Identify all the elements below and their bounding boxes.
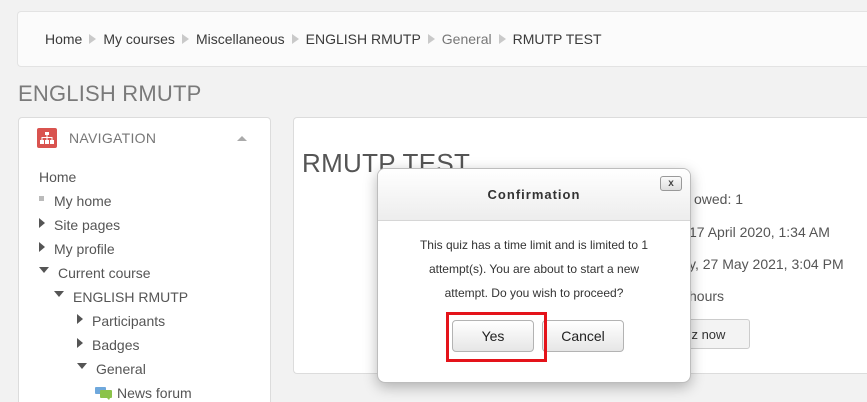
close-icon[interactable]: x <box>660 176 682 191</box>
expanded-down-icon <box>54 291 64 297</box>
attempts-allowed-text: owed: 1 <box>694 191 744 207</box>
nav-item-label: Home <box>39 169 77 185</box>
expand-right-icon <box>77 338 83 348</box>
expand-right-icon <box>77 314 83 324</box>
breadcrumb-course[interactable]: ENGLISH RMUTP <box>306 31 421 47</box>
square-bullet-icon <box>39 195 44 201</box>
navigation-block: NAVIGATION Home My home Site pages My pr… <box>18 117 271 402</box>
nav-item-label: Site pages <box>54 217 121 233</box>
expanded-down-icon <box>39 267 49 273</box>
nav-item-label: General <box>96 361 146 377</box>
dialog-title: Confirmation <box>487 187 581 202</box>
nav-item-current-course[interactable]: Current course <box>39 261 192 285</box>
nav-item-label: Badges <box>92 337 140 353</box>
sitemap-icon <box>37 128 57 148</box>
quiz-opened-text: 17 April 2020, 1:34 AM <box>689 224 830 240</box>
nav-item-my-home[interactable]: My home <box>39 189 192 213</box>
nav-item-my-profile[interactable]: My profile <box>39 237 192 261</box>
navigation-tree: Home My home Site pages My profile Curre… <box>39 165 192 402</box>
expand-right-icon <box>39 242 45 252</box>
navigation-header: NAVIGATION <box>37 128 156 148</box>
expand-right-icon <box>39 218 45 228</box>
nav-item-english-rmutp[interactable]: ENGLISH RMUTP <box>39 285 192 309</box>
nav-item-label: My home <box>54 193 112 209</box>
nav-item-general[interactable]: General <box>39 357 192 381</box>
time-limit-text: hours <box>689 288 725 304</box>
breadcrumb-separator-icon <box>89 34 97 44</box>
nav-item-label: My profile <box>54 241 115 257</box>
confirmation-dialog: Confirmation x This quiz has a time limi… <box>377 168 691 383</box>
cancel-button[interactable]: Cancel <box>542 320 624 352</box>
breadcrumb-separator-icon <box>498 34 506 44</box>
breadcrumb-miscellaneous[interactable]: Miscellaneous <box>196 31 285 47</box>
nav-item-participants[interactable]: Participants <box>39 309 192 333</box>
breadcrumb-separator-icon <box>291 34 299 44</box>
nav-item-label: ENGLISH RMUTP <box>73 289 189 305</box>
course-title: ENGLISH RMUTP <box>18 81 202 106</box>
yes-button[interactable]: Yes <box>452 320 534 352</box>
breadcrumb-quiz[interactable]: RMUTP TEST <box>513 31 602 47</box>
expanded-down-icon <box>77 363 87 369</box>
forum-icon <box>95 386 113 400</box>
breadcrumb-separator-icon <box>427 34 435 44</box>
dialog-message-line: This quiz has a time limit and is limite… <box>419 238 649 252</box>
dialog-message: This quiz has a time limit and is limite… <box>378 233 690 305</box>
nav-item-site-pages[interactable]: Site pages <box>39 213 192 237</box>
breadcrumb-home[interactable]: Home <box>45 31 82 47</box>
nav-item-news-forum[interactable]: News forum <box>39 381 192 402</box>
nav-item-label: Current course <box>58 265 151 281</box>
nav-item-badges[interactable]: Badges <box>39 333 192 357</box>
nav-item-home[interactable]: Home <box>39 165 192 189</box>
quiz-closes-text: y, 27 May 2021, 3:04 PM <box>689 256 844 272</box>
dialog-message-line: attempt(s). You are about to start a new <box>428 262 640 276</box>
dialog-header: Confirmation <box>378 169 690 221</box>
collapse-caret-icon[interactable] <box>237 136 247 141</box>
breadcrumb-my-courses[interactable]: My courses <box>103 31 175 47</box>
nav-item-label: News forum <box>117 385 192 401</box>
navigation-title: NAVIGATION <box>69 130 157 146</box>
dialog-message-line: attempt. Do you wish to proceed? <box>444 286 624 300</box>
breadcrumb-general: General <box>441 31 492 47</box>
nav-item-label: Participants <box>92 313 166 329</box>
breadcrumb: Home My courses Miscellaneous ENGLISH RM… <box>17 11 867 67</box>
breadcrumb-separator-icon <box>181 34 189 44</box>
